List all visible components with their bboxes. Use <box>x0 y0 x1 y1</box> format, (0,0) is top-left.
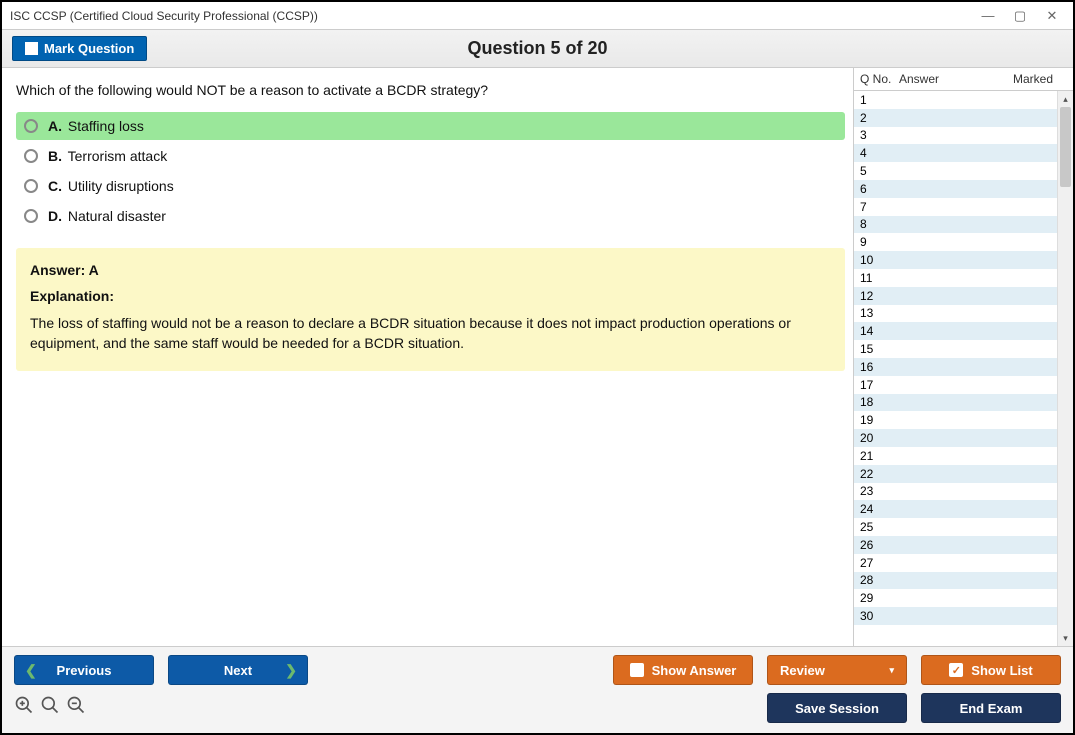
col-qno: Q No. <box>854 72 899 86</box>
question-list-row[interactable]: 11 <box>854 269 1057 287</box>
save-session-button[interactable]: Save Session <box>767 693 907 723</box>
question-list-row[interactable]: 27 <box>854 554 1057 572</box>
question-list-row[interactable]: 30 <box>854 607 1057 625</box>
answer-panel: Answer: A Explanation: The loss of staff… <box>16 248 845 371</box>
question-list-row[interactable]: 24 <box>854 500 1057 518</box>
next-label: Next <box>224 663 252 678</box>
question-list-row[interactable]: 29 <box>854 589 1057 607</box>
option-text: Natural disaster <box>68 208 166 224</box>
option-letter: B. <box>48 148 62 164</box>
save-session-label: Save Session <box>795 701 879 716</box>
question-list-row[interactable]: 6 <box>854 180 1057 198</box>
question-list-row[interactable]: 19 <box>854 411 1057 429</box>
option-text: Staffing loss <box>68 118 144 134</box>
previous-label: Previous <box>57 663 112 678</box>
zoom-reset-icon[interactable] <box>14 695 34 721</box>
question-list-row[interactable]: 21 <box>854 447 1057 465</box>
maximize-icon[interactable]: ▢ <box>1013 8 1027 24</box>
option-text: Utility disruptions <box>68 178 174 194</box>
zoom-controls <box>14 695 86 721</box>
chevron-left-icon: ❮ <box>25 662 37 679</box>
question-list-row[interactable]: 5 <box>854 162 1057 180</box>
question-list-row[interactable]: 20 <box>854 429 1057 447</box>
col-marked: Marked <box>1013 72 1073 86</box>
scroll-down-icon[interactable]: ▾ <box>1058 630 1073 646</box>
option-letter: D. <box>48 208 62 224</box>
radio-off-icon <box>24 149 38 163</box>
question-list-row[interactable]: 7 <box>854 198 1057 216</box>
show-list-label: Show List <box>971 663 1032 678</box>
question-list-row[interactable]: 10 <box>854 251 1057 269</box>
show-answer-label: Show Answer <box>652 663 737 678</box>
checkbox-on-icon: ✓ <box>949 663 963 677</box>
question-list-row[interactable]: 3 <box>854 127 1057 145</box>
question-list-row[interactable]: 13 <box>854 305 1057 323</box>
question-list-scrollbar[interactable]: ▴ ▾ <box>1057 91 1073 646</box>
option-text: Terrorism attack <box>68 148 168 164</box>
next-button[interactable]: Next ❯ <box>168 655 308 685</box>
question-list-row[interactable]: 1 <box>854 91 1057 109</box>
toolbar: Mark Question Question 5 of 20 <box>2 30 1073 68</box>
radio-off-icon <box>24 179 38 193</box>
question-list-row[interactable]: 28 <box>854 572 1057 590</box>
show-list-button[interactable]: ✓ Show List <box>921 655 1061 685</box>
answer-label: Answer: A <box>30 262 831 278</box>
review-label: Review <box>780 663 825 678</box>
mark-question-button[interactable]: Mark Question <box>12 36 147 61</box>
answer-option[interactable]: A. Staffing loss <box>16 112 845 140</box>
question-list-row[interactable]: 8 <box>854 216 1057 234</box>
zoom-in-icon[interactable] <box>40 695 60 721</box>
question-list-row[interactable]: 23 <box>854 483 1057 501</box>
window-title: ISC CCSP (Certified Cloud Security Profe… <box>10 9 318 23</box>
option-letter: A. <box>48 118 62 134</box>
scroll-up-icon[interactable]: ▴ <box>1058 91 1073 107</box>
question-list-row[interactable]: 4 <box>854 144 1057 162</box>
question-list-row[interactable]: 2 <box>854 109 1057 127</box>
chevron-right-icon: ❯ <box>285 662 297 679</box>
checkbox-off-icon <box>630 663 644 677</box>
question-list-panel: Q No. Answer Marked 12345678910111213141… <box>853 68 1073 646</box>
answer-option[interactable]: B. Terrorism attack <box>16 142 845 170</box>
col-answer: Answer <box>899 72 1013 86</box>
question-list-row[interactable]: 14 <box>854 322 1057 340</box>
mark-question-label: Mark Question <box>44 41 134 56</box>
answer-option[interactable]: C. Utility disruptions <box>16 172 845 200</box>
footer: ❮ Previous Next ❯ Show Answer Review ▾ ✓… <box>2 646 1073 733</box>
checkbox-off-icon <box>25 42 38 55</box>
caret-down-icon: ▾ <box>889 665 894 676</box>
explanation-text: The loss of staffing would not be a reas… <box>30 314 831 353</box>
question-list-row[interactable]: 18 <box>854 394 1057 412</box>
question-list-row[interactable]: 17 <box>854 376 1057 394</box>
answer-option[interactable]: D. Natural disaster <box>16 202 845 230</box>
question-list-row[interactable]: 15 <box>854 340 1057 358</box>
question-text: Which of the following would NOT be a re… <box>16 82 853 98</box>
question-list-row[interactable]: 22 <box>854 465 1057 483</box>
end-exam-button[interactable]: End Exam <box>921 693 1061 723</box>
window-titlebar: ISC CCSP (Certified Cloud Security Profe… <box>2 2 1073 30</box>
question-list-row[interactable]: 16 <box>854 358 1057 376</box>
question-list-header: Q No. Answer Marked <box>854 68 1073 91</box>
zoom-out-icon[interactable] <box>66 695 86 721</box>
previous-button[interactable]: ❮ Previous <box>14 655 154 685</box>
question-list-row[interactable]: 26 <box>854 536 1057 554</box>
option-letter: C. <box>48 178 62 194</box>
question-list-row[interactable]: 12 <box>854 287 1057 305</box>
end-exam-label: End Exam <box>960 701 1023 716</box>
explanation-label: Explanation: <box>30 288 831 304</box>
radio-off-icon <box>24 209 38 223</box>
minimize-icon[interactable]: — <box>981 8 995 24</box>
question-content: Which of the following would NOT be a re… <box>2 68 853 646</box>
radio-off-icon <box>24 119 38 133</box>
close-icon[interactable]: ✕ <box>1045 8 1059 24</box>
question-counter: Question 5 of 20 <box>467 38 607 59</box>
review-dropdown[interactable]: Review ▾ <box>767 655 907 685</box>
question-list-row[interactable]: 25 <box>854 518 1057 536</box>
scroll-thumb[interactable] <box>1060 107 1071 187</box>
question-list-row[interactable]: 9 <box>854 233 1057 251</box>
show-answer-button[interactable]: Show Answer <box>613 655 753 685</box>
